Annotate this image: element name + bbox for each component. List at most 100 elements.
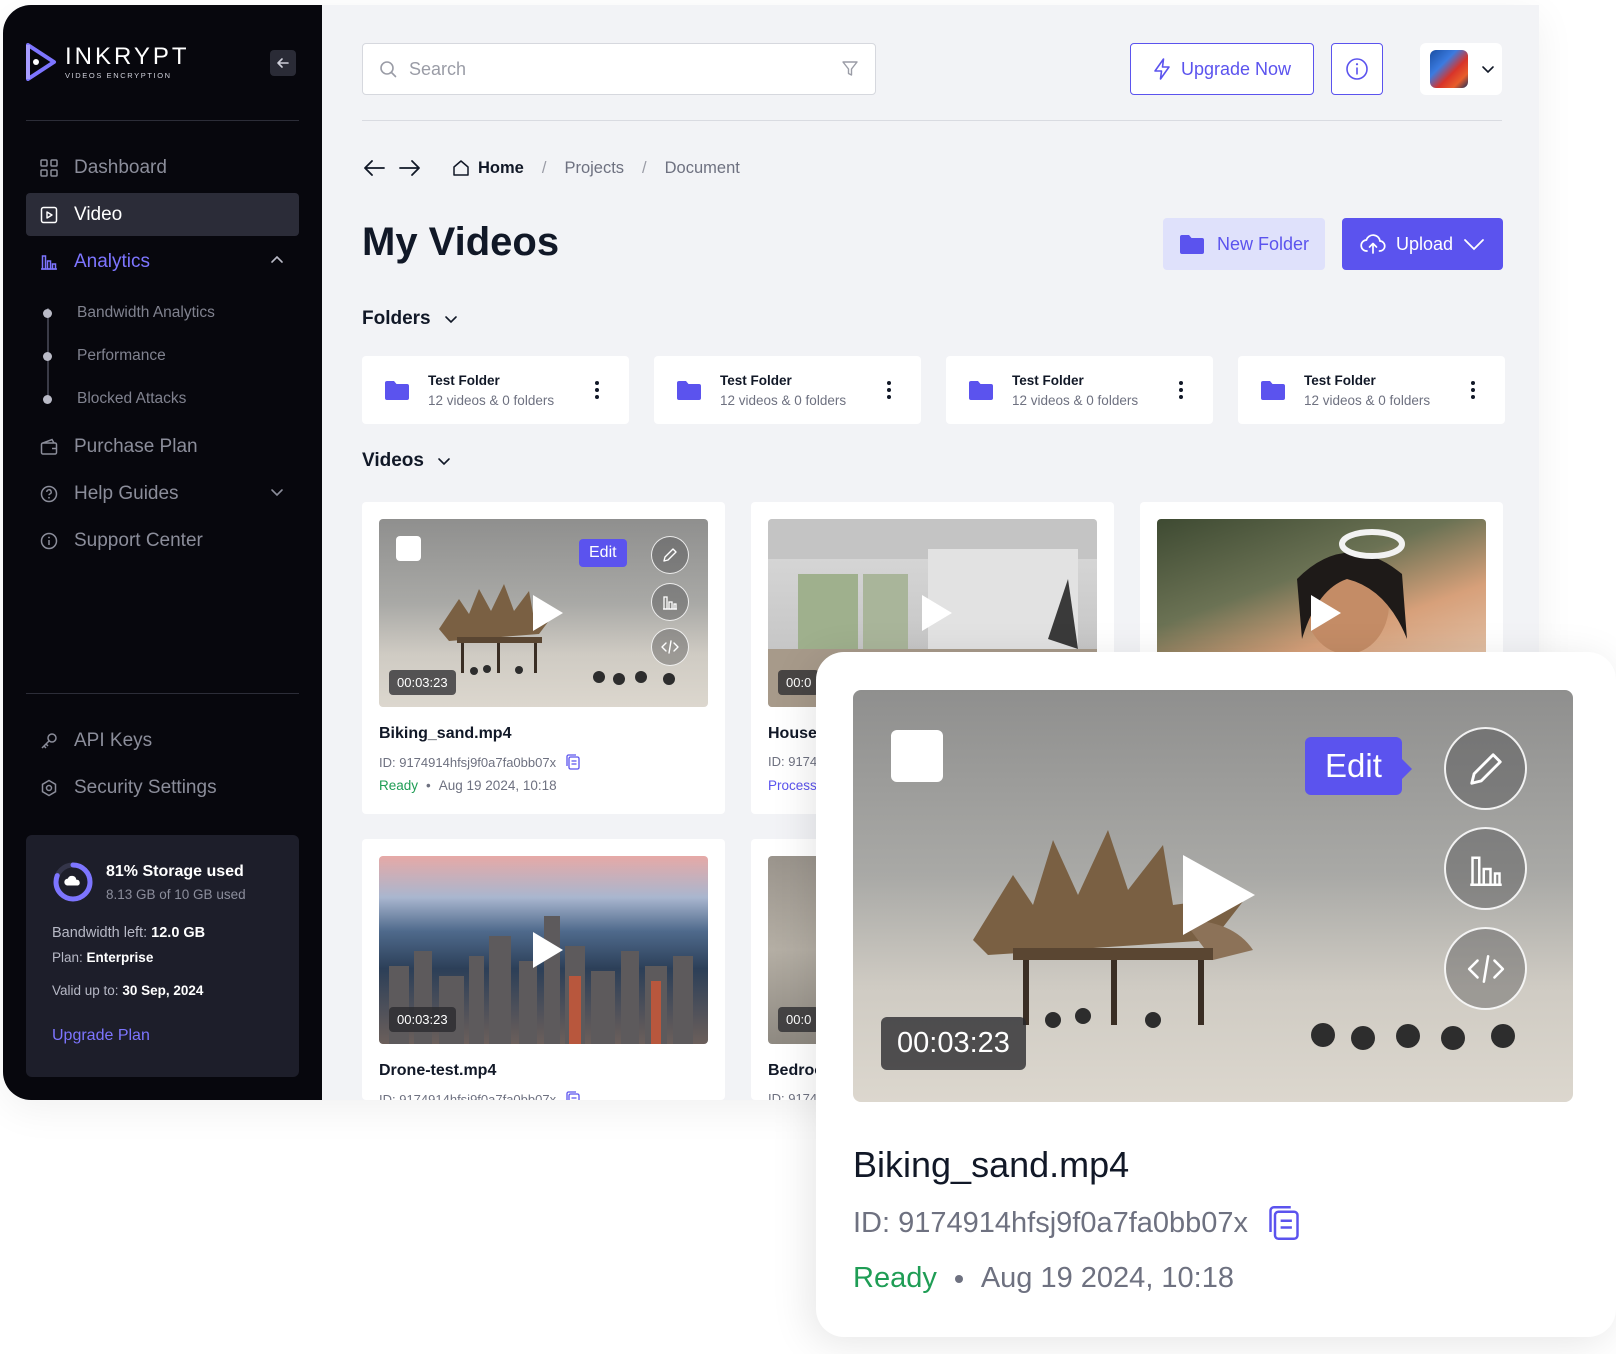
storage-card: 81% Storage used 8.13 GB of 10 GB used B…: [26, 835, 299, 1077]
breadcrumb-home[interactable]: Home: [452, 159, 524, 178]
videos-section-toggle[interactable]: Videos: [362, 450, 452, 472]
pencil-icon: [663, 548, 677, 562]
chevron-down-icon: [444, 316, 457, 324]
more-options-icon[interactable]: [1171, 381, 1191, 399]
sidebar-item-analytics[interactable]: Analytics: [26, 240, 299, 283]
more-options-icon[interactable]: [879, 381, 899, 399]
embed-code-button[interactable]: [651, 628, 689, 666]
sidebar-item-api-keys[interactable]: API Keys: [26, 719, 299, 762]
breadcrumb-home-label: Home: [478, 158, 524, 177]
chevron-down-icon: [1464, 239, 1484, 251]
folders-section-toggle[interactable]: Folders: [362, 308, 459, 330]
sidebar-subitem-performance[interactable]: Performance: [43, 344, 273, 368]
folder-name: Test Folder: [1012, 372, 1084, 388]
back-arrow-icon[interactable]: [362, 158, 386, 178]
more-options-icon[interactable]: [1463, 381, 1483, 399]
upgrade-plan-link[interactable]: Upgrade Plan: [52, 1027, 150, 1045]
select-checkbox[interactable]: [891, 730, 943, 782]
video-date: Aug 19 2024, 10:18: [438, 778, 557, 793]
video-id-text: ID: 9174914hfsj9f0a7fa0bb07x: [379, 754, 557, 770]
folder-card[interactable]: Test Folder 12 videos & 0 folders: [362, 356, 629, 424]
search-input[interactable]: Search: [362, 43, 876, 95]
breadcrumb-separator: /: [642, 158, 647, 177]
sidebar: INKRYPT VIDEOS ENCRYPTION Dashboard Vide…: [3, 5, 322, 1100]
user-menu-button[interactable]: [1420, 43, 1502, 95]
sidebar-item-label: API Keys: [74, 729, 153, 751]
chevron-down-icon: [1482, 66, 1494, 74]
edit-button[interactable]: [1444, 727, 1527, 810]
sidebar-subitem-blocked-attacks[interactable]: Blocked Attacks: [43, 387, 273, 411]
avatar: [1430, 50, 1468, 88]
video-id: ID: 9174: [768, 754, 817, 769]
video-card[interactable]: Edit 00:03:23 Biking_sand.mp4 ID: 917491…: [362, 502, 725, 814]
arrow-left-icon: [277, 58, 289, 68]
sidebar-item-dashboard[interactable]: Dashboard: [26, 146, 299, 189]
new-folder-button[interactable]: New Folder: [1163, 218, 1325, 270]
video-id-text: ID: 9174914hfsj9f0a7fa0bb07x: [379, 1091, 557, 1101]
video-status: Process: [768, 778, 817, 793]
play-icon[interactable]: [921, 595, 952, 631]
logo-mark-icon: [26, 43, 56, 81]
bandwidth-left: Bandwidth left: 12.0 GB: [52, 925, 206, 941]
bar-chart-icon: [1469, 856, 1502, 886]
collapse-sidebar-button[interactable]: [270, 50, 296, 76]
sidebar-item-label: Purchase Plan: [74, 435, 198, 457]
video-thumbnail[interactable]: Edit 00:03:23: [379, 519, 708, 707]
info-button[interactable]: [1331, 43, 1383, 95]
analytics-button[interactable]: [651, 583, 689, 621]
breadcrumb-item-projects[interactable]: Projects: [564, 159, 624, 178]
copy-icon[interactable]: [1268, 1205, 1300, 1241]
bar-chart-icon: [39, 252, 59, 272]
info-icon: [1346, 58, 1368, 80]
brand-tagline: VIDEOS ENCRYPTION: [65, 70, 172, 80]
sidebar-item-purchase-plan[interactable]: Purchase Plan: [26, 425, 299, 468]
more-options-icon[interactable]: [587, 381, 607, 399]
upgrade-now-button[interactable]: Upgrade Now: [1130, 43, 1314, 95]
copy-icon[interactable]: [566, 754, 580, 770]
folder-icon: [677, 381, 701, 400]
filter-icon[interactable]: [841, 60, 859, 78]
edit-button[interactable]: [651, 536, 689, 574]
status-badge: Process: [768, 778, 817, 793]
status-separator: [954, 1274, 963, 1283]
video-name: Biking_sand.mp4: [379, 725, 512, 742]
brand-logo[interactable]: INKRYPT VIDEOS ENCRYPTION: [25, 43, 190, 81]
folder-card[interactable]: Test Folder 12 videos & 0 folders: [654, 356, 921, 424]
sidebar-item-help-guides[interactable]: Help Guides: [26, 472, 299, 515]
breadcrumb-item-document[interactable]: Document: [665, 159, 740, 178]
select-checkbox[interactable]: [396, 536, 421, 561]
video-card[interactable]: 00:03:23 Drone-test.mp4 ID: 9174914hfsj9…: [362, 839, 725, 1100]
folder-icon: [1179, 235, 1204, 254]
status-badge: Ready: [379, 778, 419, 793]
folder-card[interactable]: Test Folder 12 videos & 0 folders: [946, 356, 1213, 424]
sidebar-divider: [26, 693, 299, 694]
sidebar-item-support-center[interactable]: Support Center: [26, 519, 299, 562]
sidebar-item-video[interactable]: Video: [26, 193, 299, 236]
sidebar-item-security-settings[interactable]: Security Settings: [26, 766, 299, 809]
bullet-dot: [43, 308, 52, 318]
folder-name: Test Folder: [720, 372, 792, 388]
forward-arrow-icon[interactable]: [398, 158, 422, 178]
sidebar-item-label: Analytics: [74, 250, 151, 272]
info-circle-icon: [39, 531, 59, 551]
embed-code-button[interactable]: [1444, 927, 1527, 1010]
video-duration: 00:0: [778, 670, 820, 695]
folder-meta: 12 videos & 0 folders: [1012, 392, 1139, 408]
play-icon[interactable]: [1310, 595, 1341, 631]
video-thumbnail-large[interactable]: Edit 00:03:23: [853, 690, 1573, 1102]
upload-button[interactable]: Upload: [1342, 218, 1503, 270]
play-icon[interactable]: [532, 932, 563, 968]
play-icon[interactable]: [1183, 855, 1255, 935]
folder-card[interactable]: Test Folder 12 videos & 0 folders: [1238, 356, 1505, 424]
breadcrumb-separator: /: [541, 158, 547, 177]
folder-meta: 12 videos & 0 folders: [1304, 392, 1431, 408]
video-card-zoom[interactable]: Edit 00:03:23 Biking_sand.mp4 ID: 917491…: [816, 652, 1616, 1337]
sidebar-subitem-bandwidth-analytics[interactable]: Bandwidth Analytics: [43, 301, 273, 325]
copy-icon[interactable]: [566, 1091, 580, 1100]
analytics-button[interactable]: [1444, 827, 1527, 910]
subitem-label: Bandwidth Analytics: [77, 304, 215, 321]
video-thumbnail[interactable]: 00:03:23: [379, 856, 708, 1044]
play-icon[interactable]: [532, 595, 563, 631]
video-name: Drone-test.mp4: [379, 1062, 497, 1079]
subitem-label: Performance: [77, 347, 166, 364]
